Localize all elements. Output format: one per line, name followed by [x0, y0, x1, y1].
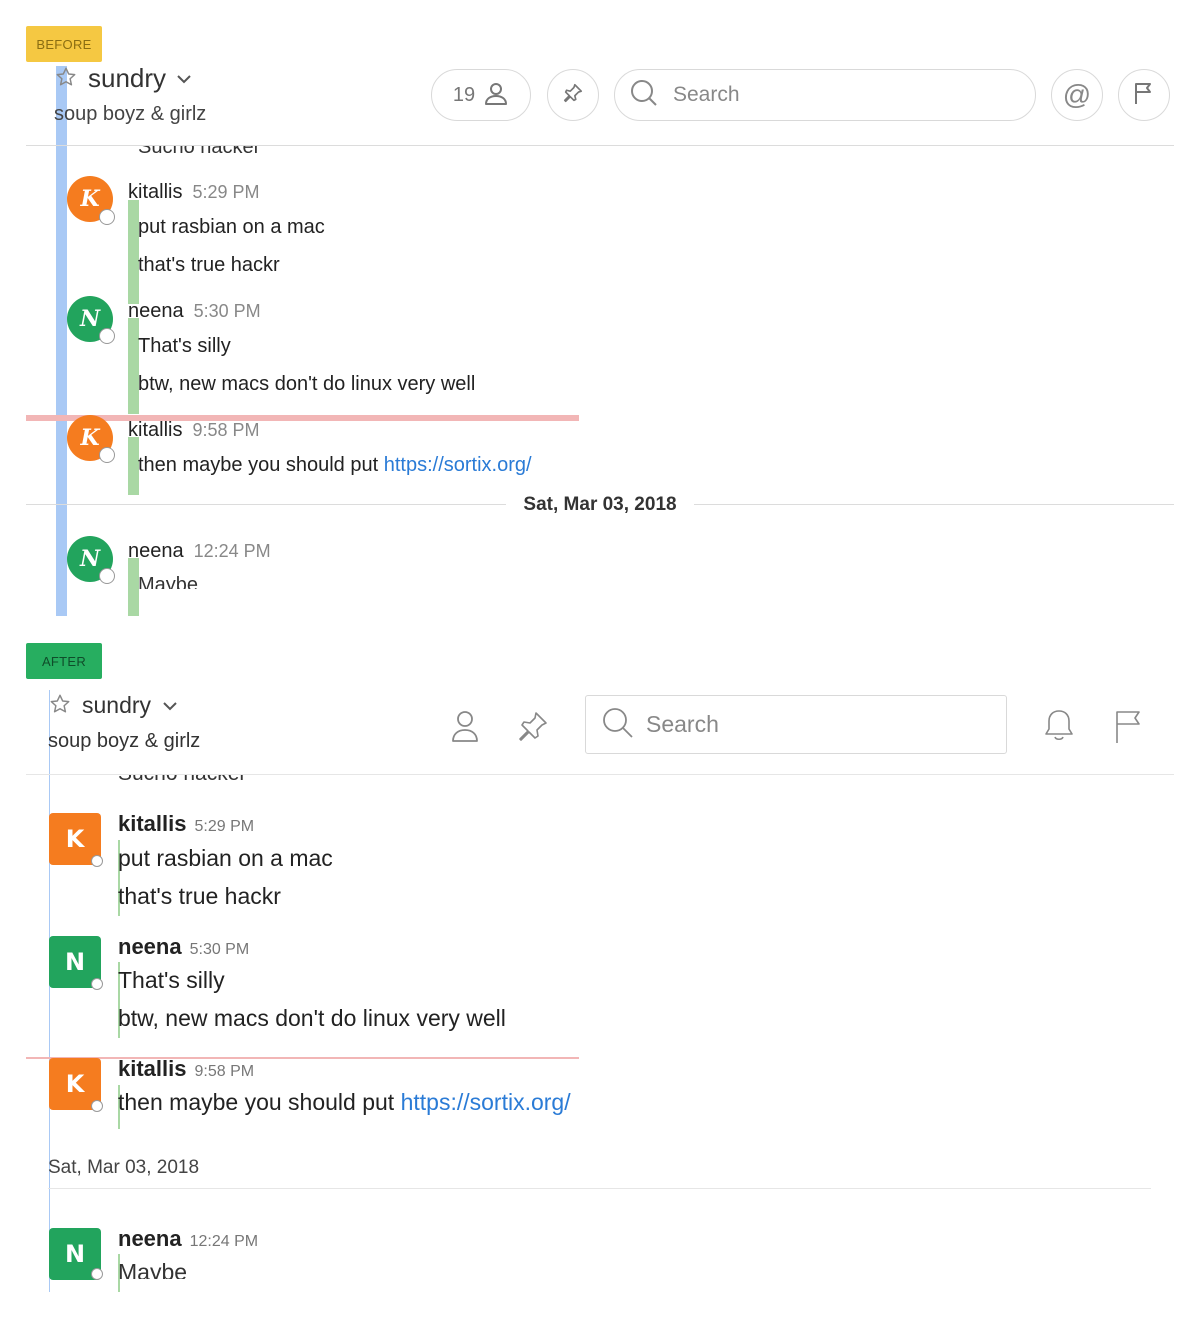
status-icon — [91, 1100, 103, 1112]
message-text: put rasbian on a mac — [118, 845, 333, 871]
message-header: kitallis 5:29 PM — [118, 811, 254, 837]
clipped-message: Sucho hacker — [138, 146, 261, 157]
favorite-star-icon[interactable] — [55, 66, 77, 93]
channel-name[interactable]: sundry — [82, 692, 151, 719]
timestamp[interactable]: 5:30 PM — [194, 301, 261, 321]
pin-icon — [562, 82, 584, 109]
search-box[interactable]: Search — [585, 695, 1007, 754]
message-text: put rasbian on a mac — [138, 216, 325, 238]
sender-name[interactable]: neena — [118, 934, 182, 959]
search-icon — [600, 705, 634, 744]
date-separator: Sat, Mar 03, 2018 — [48, 1157, 200, 1178]
search-box[interactable]: Search — [614, 69, 1036, 121]
flag-button[interactable] — [1118, 69, 1170, 121]
pin-icon[interactable] — [516, 709, 550, 748]
message-text: That's silly — [138, 335, 231, 357]
after-label: AFTER — [26, 643, 102, 679]
timestamp[interactable]: 5:29 PM — [192, 182, 259, 202]
date-divider-left — [26, 504, 506, 505]
bell-icon[interactable] — [1043, 708, 1075, 749]
status-icon — [91, 1268, 103, 1280]
date-divider — [48, 1188, 1151, 1189]
flag-icon — [1131, 80, 1157, 111]
after-blue-marker — [49, 690, 50, 1292]
message-header: neena 5:30 PM — [118, 934, 249, 960]
member-icon[interactable] — [450, 709, 480, 748]
message-link[interactable]: https://sortix.org/ — [401, 1089, 571, 1115]
status-icon — [99, 209, 115, 225]
message-text: then maybe you should put https://sortix… — [118, 1089, 571, 1115]
message-text: Maybe — [138, 574, 199, 589]
flag-icon[interactable] — [1112, 708, 1144, 749]
timestamp[interactable]: 12:24 PM — [194, 541, 271, 561]
message-text: That's silly — [118, 967, 225, 993]
message-link[interactable]: https://sortix.org/ — [384, 454, 532, 476]
chevron-down-icon[interactable] — [162, 699, 178, 717]
date-divider-right — [694, 504, 1174, 505]
timestamp[interactable]: 5:29 PM — [194, 818, 254, 835]
message-text: btw, new macs don't do linux very well — [118, 1005, 506, 1031]
clipped-message: Sucho hacker — [118, 775, 246, 784]
favorite-star-icon[interactable] — [49, 693, 71, 720]
status-icon — [91, 978, 103, 990]
search-icon — [629, 78, 659, 113]
message-text: that's true hackr — [118, 883, 281, 909]
message-header: kitallis 5:29 PM — [128, 181, 260, 204]
timestamp[interactable]: 5:30 PM — [190, 941, 250, 958]
before-label: BEFORE — [26, 26, 102, 62]
pin-button[interactable] — [547, 69, 599, 121]
mentions-button[interactable]: @ — [1051, 69, 1103, 121]
new-messages-line — [26, 415, 579, 421]
status-icon — [99, 328, 115, 344]
message-text: that's true hackr — [138, 254, 280, 276]
member-count-button[interactable]: 19 — [431, 69, 531, 121]
message-text: btw, new macs don't do linux very well — [138, 373, 476, 395]
sender-name[interactable]: kitallis — [118, 1056, 186, 1081]
message-header: kitallis 9:58 PM — [128, 419, 260, 442]
timestamp[interactable]: 9:58 PM — [192, 420, 259, 440]
message-header: kitallis 9:58 PM — [118, 1056, 254, 1082]
message-text: then maybe you should put https://sortix… — [138, 454, 532, 476]
channel-purpose: soup boyz & girlz — [54, 103, 207, 125]
at-icon: @ — [1062, 79, 1092, 110]
message-header: neena 12:24 PM — [128, 540, 271, 563]
date-separator: Sat, Mar 03, 2018 — [523, 494, 677, 515]
search-placeholder: Search — [673, 83, 740, 106]
status-icon — [91, 855, 103, 867]
timestamp[interactable]: 9:58 PM — [194, 1063, 254, 1080]
status-icon — [99, 447, 115, 463]
sender-name[interactable]: kitallis — [118, 811, 186, 836]
channel-name[interactable]: sundry — [88, 63, 166, 94]
before-blue-marker — [56, 66, 67, 616]
message-header: neena 12:24 PM — [118, 1226, 258, 1252]
search-placeholder: Search — [646, 711, 719, 737]
member-count: 19 — [452, 83, 476, 106]
status-icon — [99, 568, 115, 584]
channel-purpose: soup boyz & girlz — [48, 730, 201, 752]
sender-name[interactable]: neena — [118, 1226, 182, 1251]
chevron-down-icon[interactable] — [176, 72, 192, 90]
timestamp[interactable]: 12:24 PM — [190, 1233, 258, 1250]
message-header: neena 5:30 PM — [128, 300, 261, 323]
new-messages-line — [26, 1057, 579, 1059]
message-text: Maybe — [118, 1259, 188, 1279]
green-marker — [128, 318, 139, 414]
member-icon — [483, 80, 509, 111]
